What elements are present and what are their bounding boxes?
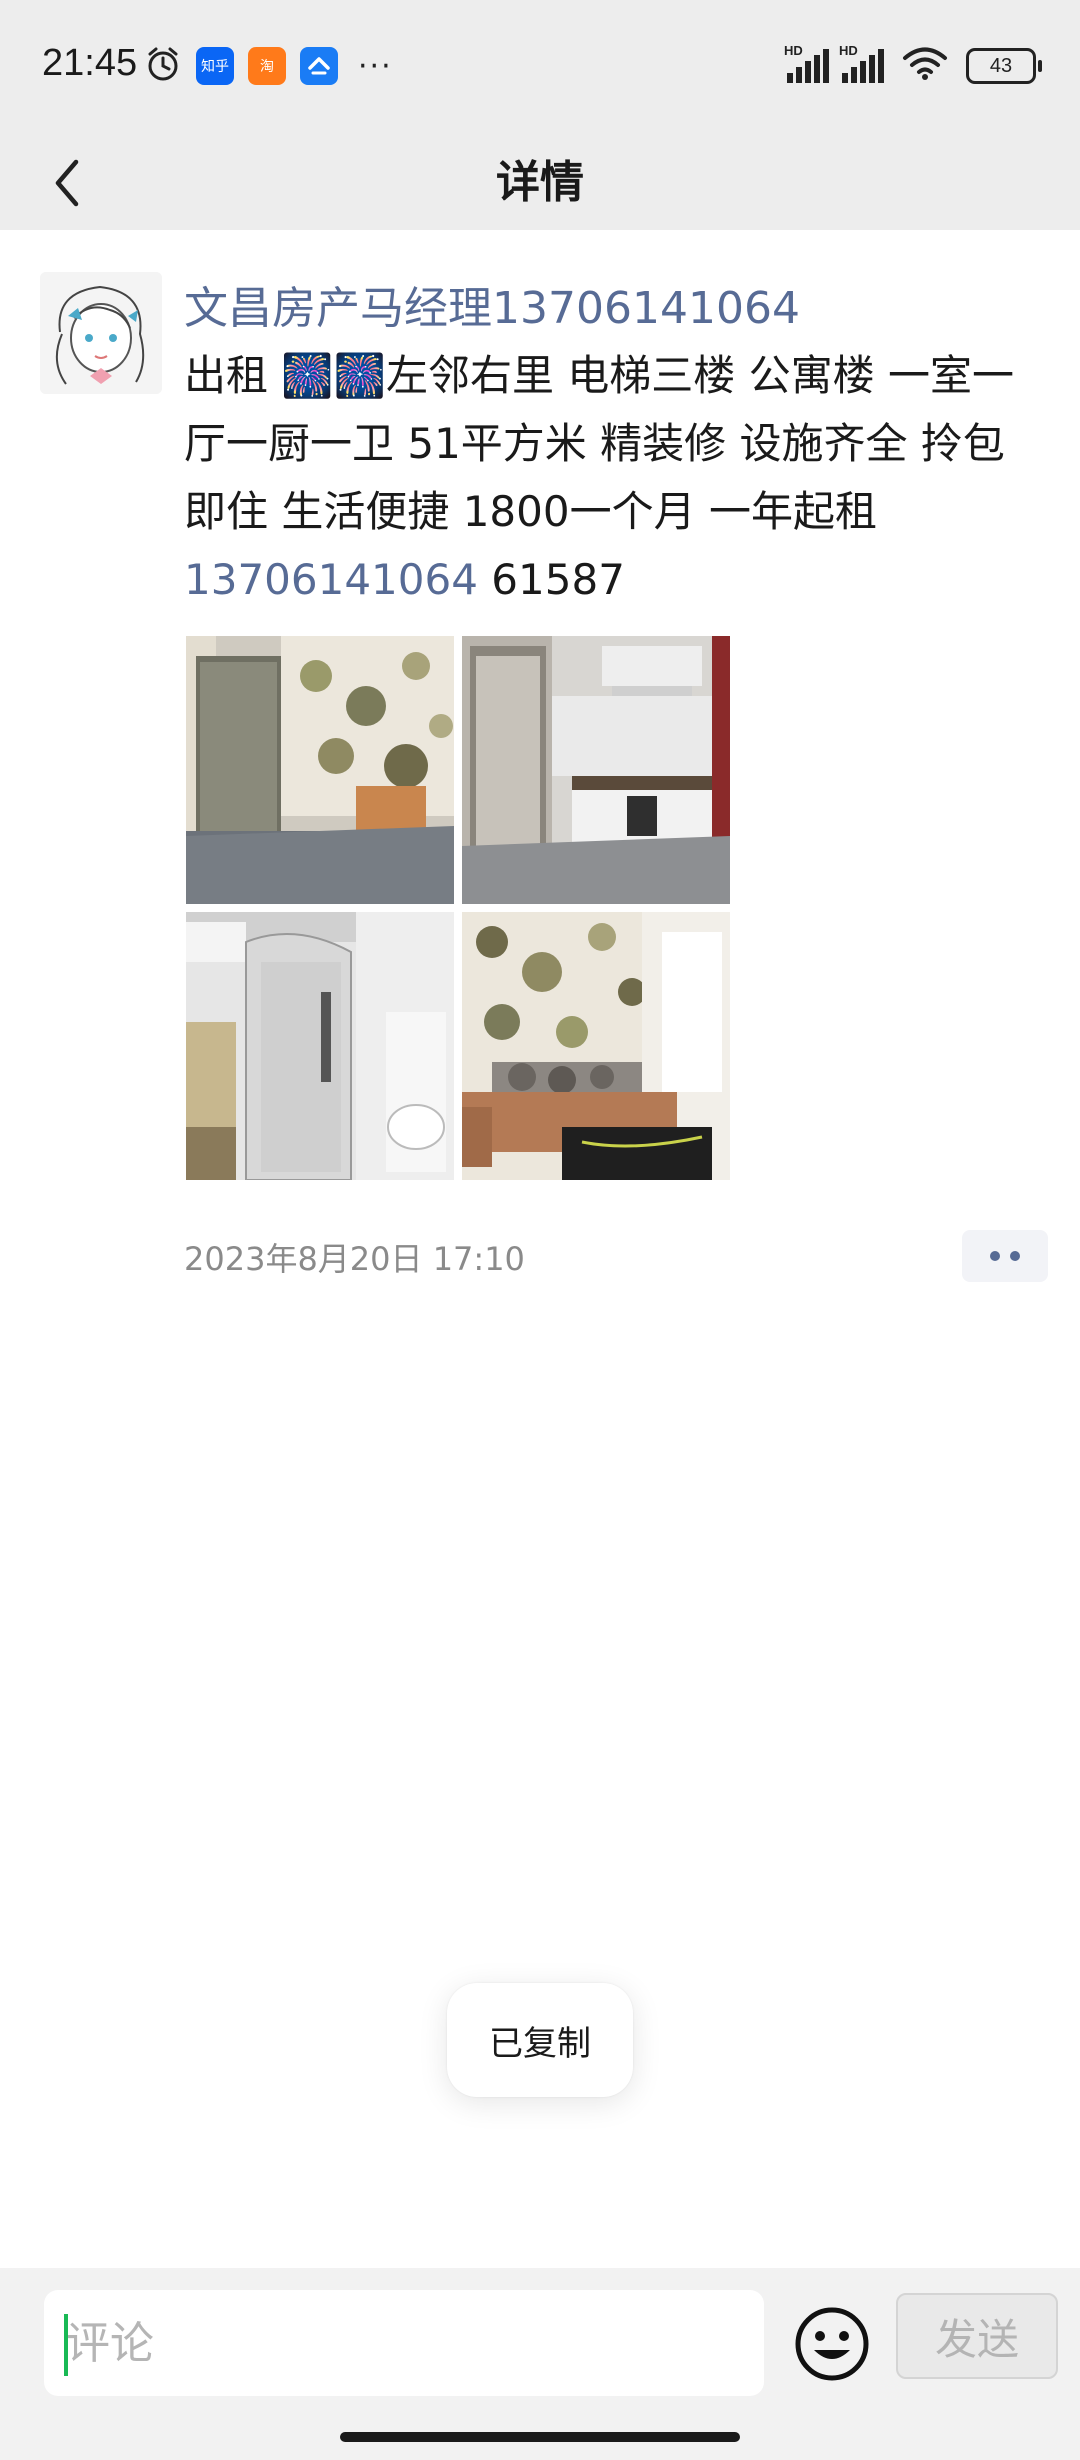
status-icons-left: 知乎 淘 ··· (144, 44, 393, 88)
signal-icon: HD (839, 43, 884, 83)
photo-bathroom[interactable] (186, 912, 454, 1180)
signal-icon: HD (784, 43, 829, 83)
back-button[interactable] (28, 135, 108, 230)
image-grid (186, 636, 730, 1180)
hd-label: HD (784, 43, 803, 58)
text-caret (64, 2314, 68, 2376)
copied-toast: 已复制 (447, 1983, 633, 2097)
zhihu-app-icon: 知乎 (196, 47, 234, 85)
alipay-app-icon (300, 47, 338, 85)
photo-living-room[interactable] (462, 912, 730, 1180)
comment-input[interactable] (44, 2290, 764, 2396)
phone-link[interactable]: 13706141064 (184, 555, 478, 604)
post-text: 出租 🎆🎆左邻右里 电梯三楼 公寓楼 一室一厅一厨一卫 51平方米 精装修 设施… (184, 342, 1046, 614)
nav-bar: 详情 (0, 135, 1080, 230)
home-indicator[interactable] (340, 2432, 740, 2442)
photo-bedroom[interactable] (186, 636, 454, 904)
battery-icon: 43 (966, 48, 1042, 84)
status-icons-right: HD HD 43 (774, 43, 1042, 88)
status-bar: 21:45 知乎 淘 ··· HD HD 43 (0, 0, 1080, 135)
dot-icon (990, 1251, 1000, 1261)
send-button[interactable]: 发送 (896, 2293, 1058, 2379)
status-time: 21:45 (42, 42, 138, 84)
emoji-button[interactable] (792, 2304, 872, 2384)
emoji-icon (795, 2307, 869, 2381)
page-title: 详情 (496, 157, 584, 208)
hd-label: HD (839, 43, 858, 58)
author-name[interactable]: 文昌房产马经理13706141064 (184, 272, 800, 336)
post-text-suffix: 61587 (477, 555, 625, 604)
post-text-body: 出租 🎆🎆左邻右里 电梯三楼 公寓楼 一室一厅一厨一卫 51平方米 精装修 设施… (184, 351, 1014, 536)
dot-icon (1010, 1251, 1020, 1261)
more-notifications-icon: ··· (358, 48, 393, 84)
chevron-left-icon (55, 159, 79, 206)
avatar[interactable] (40, 272, 162, 394)
screen: 21:45 知乎 淘 ··· HD HD 43 详情 文昌房产马经理137061… (0, 0, 1080, 2460)
post-timestamp: 2023年8月20日 17:10 (184, 1240, 525, 1278)
taobao-app-icon: 淘 (248, 47, 286, 85)
photo-kitchen[interactable] (462, 636, 730, 904)
more-actions-button[interactable] (962, 1230, 1048, 1282)
wifi-icon (902, 47, 948, 85)
alarm-icon (144, 45, 182, 87)
